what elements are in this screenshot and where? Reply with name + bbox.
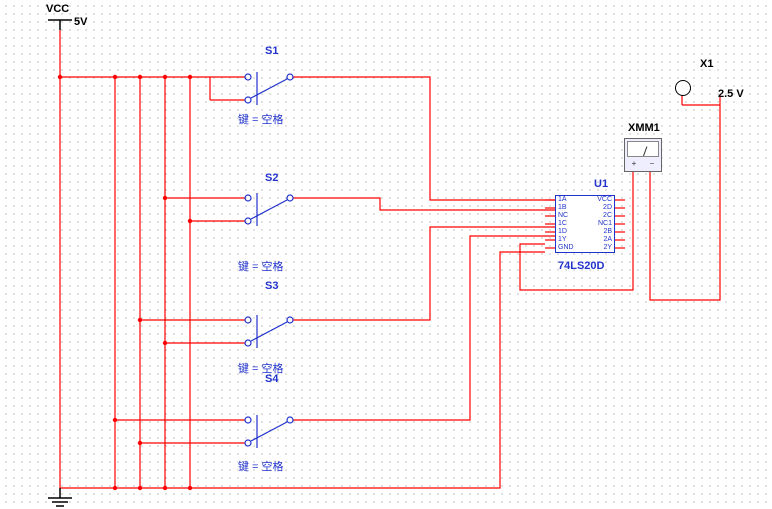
ic-pin-row: 1B 2D: [556, 204, 614, 212]
plus-icon: +: [632, 159, 637, 168]
ic-part: 74LS20D: [558, 260, 604, 272]
ic-pin-row: 1D 2B: [556, 228, 614, 236]
ic-pin-right: 2C: [603, 212, 612, 220]
ground-symbol: [48, 488, 72, 506]
switch-s2-label: S2: [265, 172, 278, 184]
switch-s1-key: 键 = 空格: [238, 111, 284, 127]
vcc-label: VCC: [46, 3, 69, 15]
ic-pin-row: GND 2Y: [556, 244, 614, 252]
ic-pin-left: 1Y: [558, 236, 567, 244]
ic-pin-row: NC 2C: [556, 212, 614, 220]
switch-s2-key: 键 = 空格: [238, 258, 284, 274]
meter-display: [627, 141, 659, 157]
ic-pin-row: 1Y 2A: [556, 236, 614, 244]
switch-s3-label: S3: [265, 280, 278, 292]
ic-ref: U1: [594, 178, 608, 190]
minus-icon: −: [650, 159, 655, 168]
ic-pin-left: 1C: [558, 220, 567, 228]
switch-s4-label: S4: [265, 373, 278, 385]
vcc-value: 5V: [74, 16, 87, 28]
junction-dots: [58, 75, 192, 490]
ic-pin-right: NC1: [598, 220, 612, 228]
needle-icon: [643, 146, 647, 156]
switch-s1-label: S1: [265, 45, 278, 57]
ic-pin-left: 1D: [558, 228, 567, 236]
meter-ref: XMM1: [628, 122, 660, 134]
ic-pin-right: 2A: [603, 236, 612, 244]
ic-pin-right: 2D: [603, 204, 612, 212]
ic-pin-row: 1C NC1: [556, 220, 614, 228]
vcc-symbol: [48, 20, 72, 30]
ic-74ls20d[interactable]: 1A VCC 1B 2D NC 2C 1C NC1 1D 2B 1Y 2A GND 2Y: [555, 195, 615, 253]
probe-reading: 2.5 V: [718, 88, 744, 100]
ic-pin-left: 1A: [558, 196, 567, 204]
wire-net: [60, 30, 720, 488]
ic-pin-row: 1A VCC: [556, 196, 614, 204]
ic-pin-left: NC: [558, 212, 568, 220]
ic-pin-right: 2B: [603, 228, 612, 236]
multimeter-xmm1[interactable]: +−: [624, 138, 662, 172]
ic-pin-left: 1B: [558, 204, 567, 212]
switch-s4-key: 键 = 空格: [238, 458, 284, 474]
ic-pin-right: 2Y: [603, 244, 612, 252]
ic-pin-right: VCC: [597, 196, 612, 204]
ic-pin-left: GND: [558, 244, 574, 252]
probe-ref: X1: [700, 58, 713, 70]
schematic-canvas: [0, 0, 772, 509]
probe-x1[interactable]: [675, 80, 691, 96]
